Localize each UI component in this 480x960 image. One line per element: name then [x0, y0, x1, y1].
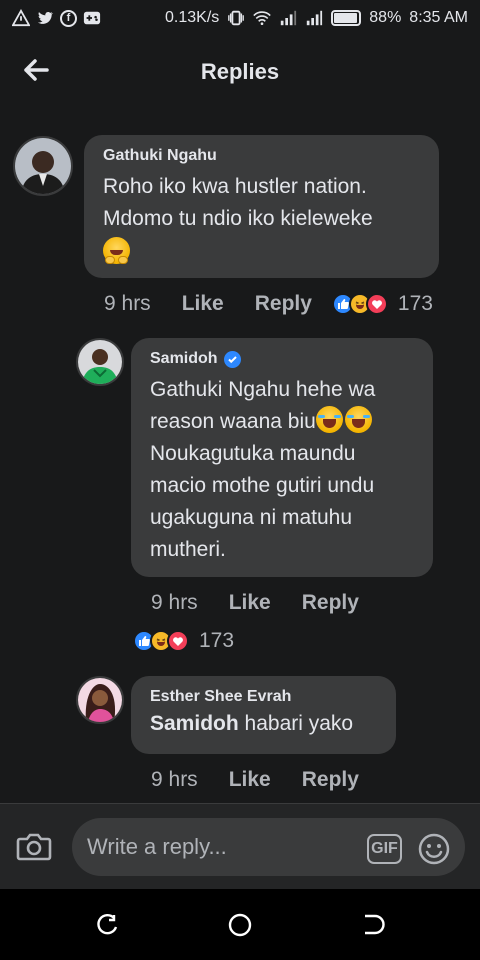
emoji-button[interactable]	[418, 833, 450, 865]
facebook-icon: f	[60, 9, 77, 27]
comment-time[interactable]: 9 hrs	[151, 591, 198, 615]
comment-bubble[interactable]: Esther Shee Evrah Samidoh habari yako	[131, 676, 396, 754]
reactions-row: 173	[133, 627, 234, 655]
reply-button[interactable]: Reply	[302, 591, 359, 615]
clock: 8:35 AM	[409, 9, 468, 26]
avatar[interactable]	[76, 676, 124, 724]
reaction-count[interactable]: 173	[199, 629, 234, 653]
reply-composer: GIF	[0, 803, 480, 889]
love-reaction-icon	[167, 630, 189, 652]
page-title: Replies	[200, 59, 280, 84]
home-button[interactable]	[227, 912, 253, 938]
comment-line: Gathuki Ngahu hehe wa	[150, 378, 376, 401]
like-button[interactable]: Like	[229, 591, 271, 615]
comment-meta: 9 hrs Like Reply 173	[104, 290, 433, 318]
profile-photo	[78, 678, 122, 722]
smiley-icon	[418, 833, 450, 865]
comment-line-with-emoji: reason waana biu	[150, 406, 415, 438]
author-name[interactable]: Samidoh	[150, 350, 218, 368]
reactions[interactable]	[331, 293, 388, 315]
notification-icons: f	[12, 9, 101, 27]
comment-line: Roho iko kwa hustler nation.	[103, 175, 367, 198]
comment-time[interactable]: 9 hrs	[104, 292, 151, 316]
profile-photo	[15, 138, 71, 194]
like-button[interactable]: Like	[229, 768, 271, 792]
camera-button[interactable]	[16, 831, 52, 863]
comment-text: Gathuki Ngahu hehe wa reason waana biu N…	[150, 374, 415, 566]
avatar[interactable]	[13, 136, 73, 196]
comment-line: mutheri.	[150, 538, 226, 561]
comment-text: Roho iko kwa hustler nation. Mdomo tu nd…	[103, 171, 421, 269]
comment-author[interactable]: Gathuki Ngahu	[103, 147, 421, 165]
mention-link[interactable]: Samidoh	[150, 712, 239, 735]
tears-of-joy-emoji	[344, 406, 372, 433]
comment-bubble[interactable]: Gathuki Ngahu Roho iko kwa hustler natio…	[84, 135, 439, 278]
wifi-icon	[253, 11, 272, 26]
comment-line: Noukagutuka maundu	[150, 442, 356, 465]
gamepad-icon	[83, 11, 101, 25]
love-reaction-icon	[365, 293, 388, 315]
back-icon	[365, 914, 385, 935]
battery-icon	[331, 10, 362, 26]
author-name[interactable]: Gathuki Ngahu	[103, 147, 217, 165]
comment-line: habari yako	[244, 712, 354, 735]
back-nav-button[interactable]	[360, 912, 386, 938]
battery-percent: 88%	[369, 9, 402, 26]
tears-of-joy-emoji	[315, 406, 343, 433]
recent-apps-icon	[97, 913, 118, 935]
smiling-hands-emoji	[103, 237, 421, 269]
header: Replies	[0, 36, 480, 108]
recent-apps-button[interactable]	[95, 912, 121, 938]
comment-author[interactable]: Samidoh	[150, 350, 415, 368]
reply-input[interactable]	[72, 818, 465, 876]
comment-time[interactable]: 9 hrs	[151, 768, 198, 792]
home-icon	[228, 913, 252, 937]
gif-button[interactable]: GIF	[367, 834, 402, 864]
signal-icon	[281, 10, 297, 26]
comment-bubble[interactable]: Samidoh Gathuki Ngahu hehe wa reason waa…	[131, 338, 433, 577]
verified-badge-icon	[223, 350, 241, 368]
comment-line: macio mothe gutiri undu	[150, 474, 375, 497]
reaction-count[interactable]: 173	[398, 292, 433, 316]
comment-meta: 9 hrs Like Reply	[151, 766, 359, 794]
comment-line: reason waana biu	[150, 410, 316, 433]
camera-icon	[16, 833, 52, 861]
avatar[interactable]	[76, 338, 124, 386]
author-name[interactable]: Esther Shee Evrah	[150, 688, 291, 706]
system-navigation-bar	[0, 889, 480, 960]
comment-author[interactable]: Esther Shee Evrah	[150, 688, 378, 706]
comment-line: Mdomo tu ndio iko kieleweke	[103, 207, 373, 230]
vibrate-icon	[228, 10, 245, 26]
reactions[interactable]	[133, 630, 189, 652]
alert-triangle-icon	[12, 9, 30, 27]
reply-button[interactable]: Reply	[302, 768, 359, 792]
reply-button[interactable]: Reply	[255, 292, 312, 316]
system-status: 0.13K/s 88% 8:35 AM	[165, 9, 468, 27]
comment-line: ugakuguna ni matuhu	[150, 506, 352, 529]
like-button[interactable]: Like	[182, 292, 224, 316]
profile-photo	[78, 340, 122, 384]
comment-meta: 9 hrs Like Reply	[151, 589, 359, 617]
signal-icon	[307, 10, 323, 26]
comment-text: Samidoh habari yako	[150, 708, 378, 740]
status-bar: f 0.13K/s 88% 8:35 AM	[0, 0, 480, 36]
network-speed: 0.13K/s	[165, 9, 220, 26]
twitter-icon	[37, 12, 54, 24]
